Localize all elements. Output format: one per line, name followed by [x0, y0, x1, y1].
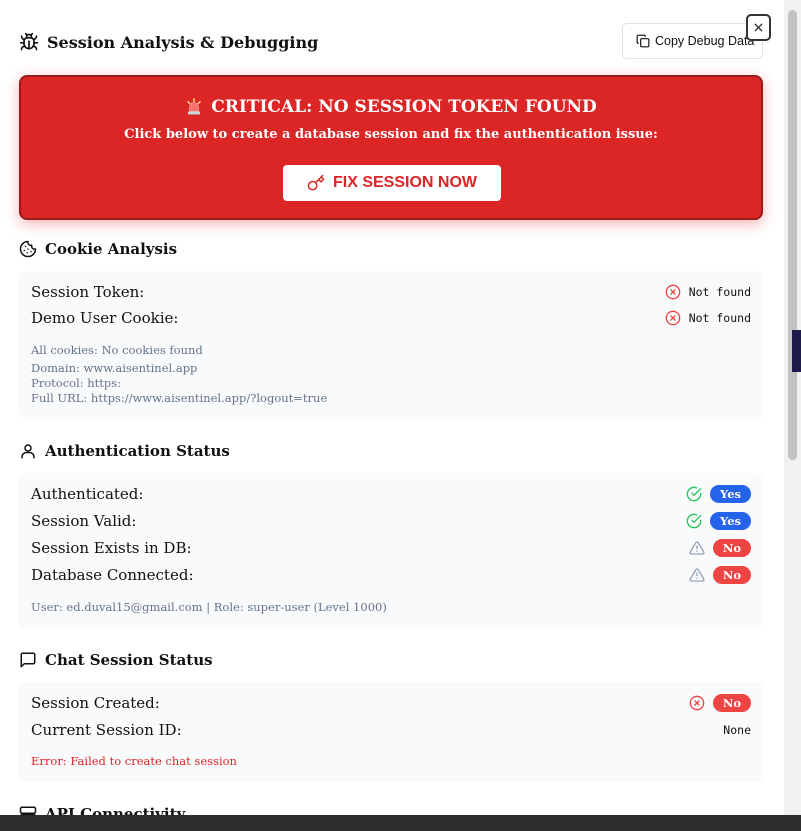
fix-session-button[interactable]: FIX SESSION NOW: [283, 165, 501, 201]
cookie-analysis-heading: Cookie Analysis: [19, 240, 177, 258]
session-valid-row: Session Valid: Yes: [31, 511, 751, 531]
message-square-icon: [19, 651, 37, 669]
debug-modal: Session Analysis & Debugging Copy Debug …: [0, 0, 784, 815]
session-valid-label: Session Valid:: [31, 512, 137, 530]
alert-subtitle: Click below to create a database session…: [124, 127, 658, 142]
bottom-taskbar: [0, 815, 801, 831]
auth-status-title: Authentication Status: [45, 442, 230, 460]
chat-session-error: Error: Failed to create chat session: [31, 754, 237, 768]
scrollbar-thumb[interactable]: [788, 10, 797, 460]
session-exists-label: Session Exists in DB:: [31, 539, 192, 557]
server-icon: [19, 805, 37, 815]
key-icon: [307, 174, 325, 192]
status-badge: No: [712, 539, 751, 557]
x-circle-icon: [665, 284, 681, 300]
auth-status-heading: Authentication Status: [19, 442, 230, 460]
cookie-analysis-title: Cookie Analysis: [45, 240, 178, 258]
protocol-text: Protocol: https:: [31, 376, 122, 390]
auth-status-panel: Authenticated: Yes Session Valid: Yes Se…: [19, 473, 763, 628]
api-connectivity-heading: API Connectivity: [19, 805, 185, 815]
warning-triangle-icon: [689, 540, 705, 556]
demo-user-cookie-value: Not found: [688, 311, 751, 325]
siren-icon: [185, 98, 203, 116]
api-connectivity-title: API Connectivity: [45, 805, 186, 815]
user-icon: [19, 442, 37, 460]
current-session-id-row: Current Session ID: None: [31, 720, 751, 740]
close-icon: [752, 21, 765, 34]
chat-session-title: Chat Session Status: [45, 651, 213, 669]
database-connected-label: Database Connected:: [31, 566, 194, 584]
demo-user-cookie-label: Demo User Cookie:: [31, 309, 179, 327]
session-token-row: Session Token: Not found: [31, 282, 751, 302]
chat-session-heading: Chat Session Status: [19, 651, 213, 669]
status-badge: No: [712, 694, 751, 712]
user-info-text: User: ed.duval15@gmail.com | Role: super…: [31, 600, 387, 614]
session-created-row: Session Created: No: [31, 693, 751, 713]
check-circle-icon: [686, 513, 702, 529]
copy-icon: [636, 34, 650, 48]
database-connected-row: Database Connected: No: [31, 565, 751, 585]
domain-text: Domain: www.aisentinel.app: [31, 361, 198, 375]
cookie-analysis-panel: Session Token: Not found Demo User Cooki…: [19, 271, 763, 419]
modal-title: Session Analysis & Debugging: [47, 32, 319, 52]
fix-button-label: FIX SESSION NOW: [332, 174, 477, 191]
all-cookies-text: All cookies: No cookies found: [31, 343, 203, 357]
copy-button-label: Copy Debug Data: [655, 34, 755, 48]
demo-user-cookie-row: Demo User Cookie: Not found: [31, 308, 751, 328]
current-session-id-value: None: [723, 723, 751, 737]
session-token-value: Not found: [688, 285, 751, 299]
background-panel-edge: [792, 330, 801, 372]
status-badge: Yes: [709, 485, 751, 503]
x-circle-icon: [689, 695, 705, 711]
alert-title-text: CRITICAL: NO SESSION TOKEN FOUND: [211, 97, 597, 117]
full-url-text: Full URL: https://www.aisentinel.app/?lo…: [31, 391, 328, 405]
alert-title: CRITICAL: NO SESSION TOKEN FOUND: [21, 97, 761, 117]
authenticated-label: Authenticated:: [31, 485, 144, 503]
authenticated-row: Authenticated: Yes: [31, 484, 751, 504]
close-button[interactable]: [746, 14, 771, 41]
bug-icon: [19, 32, 39, 52]
status-badge: Yes: [709, 512, 751, 530]
modal-header: Session Analysis & Debugging: [19, 28, 318, 56]
copy-debug-data-button[interactable]: Copy Debug Data: [622, 23, 763, 59]
check-circle-icon: [686, 486, 702, 502]
current-session-id-label: Current Session ID:: [31, 721, 182, 739]
cookie-icon: [19, 240, 37, 258]
session-token-label: Session Token:: [31, 283, 145, 301]
session-created-label: Session Created:: [31, 694, 160, 712]
status-badge: No: [712, 566, 751, 584]
session-exists-row: Session Exists in DB: No: [31, 538, 751, 558]
x-circle-icon: [665, 310, 681, 326]
chat-session-panel: Session Created: No Current Session ID: …: [19, 682, 763, 782]
warning-triangle-icon: [689, 567, 705, 583]
critical-alert: CRITICAL: NO SESSION TOKEN FOUND Click b…: [19, 75, 763, 220]
